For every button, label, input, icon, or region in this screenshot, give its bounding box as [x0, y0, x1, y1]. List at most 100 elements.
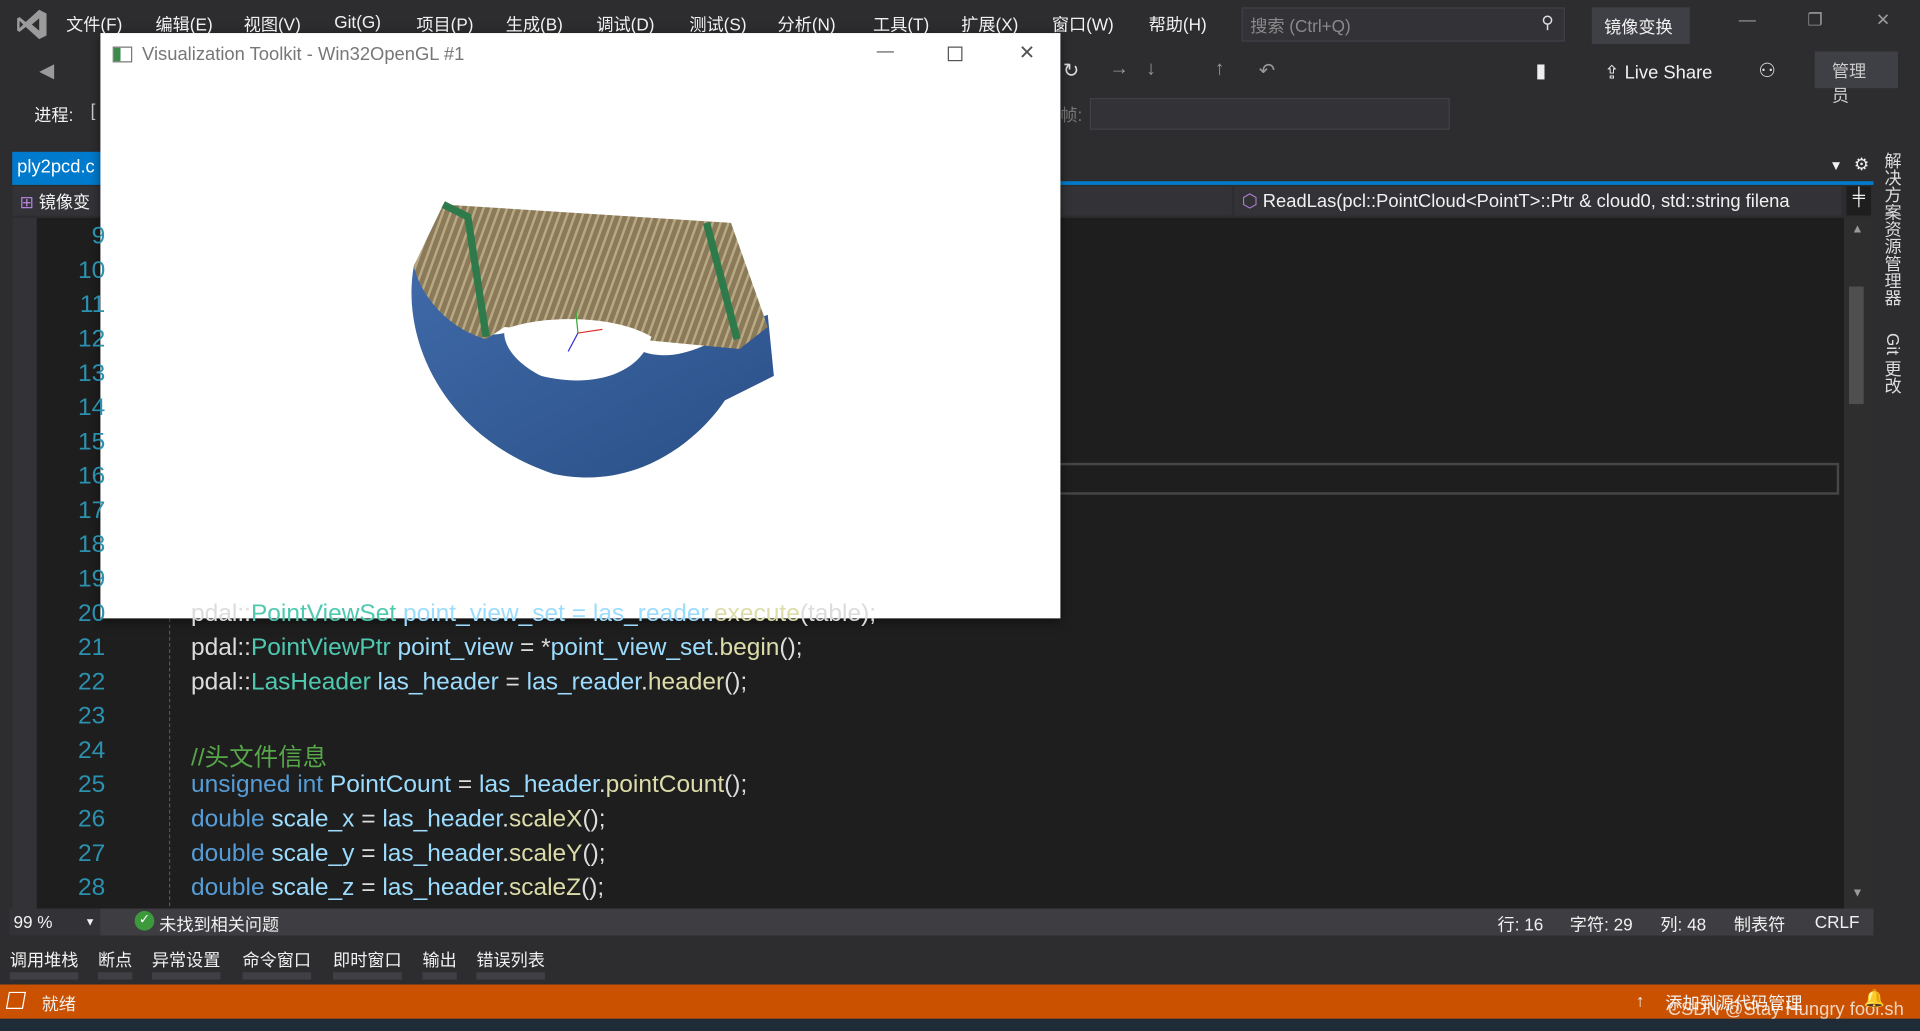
code-token: unsigned int — [191, 771, 324, 799]
chevron-down-icon: ▼ — [84, 915, 96, 929]
line-number: 25 — [78, 771, 106, 799]
scroll-thumb[interactable] — [1848, 286, 1864, 405]
code-token: execute — [714, 600, 800, 627]
editor-status-strip: 99 % ▼ ✓ 未找到相关问题 行: 16 字符: 29 列: 48 制表符 C… — [9, 908, 1874, 936]
bottom-tab[interactable]: 错误列表 — [476, 948, 545, 980]
line-position: 行: 16 — [1497, 914, 1544, 935]
arrow-up-icon: ↑ — [1635, 990, 1645, 1011]
menu-item[interactable]: 生成(B) — [506, 12, 563, 36]
process-label: 进程: — [34, 105, 74, 125]
vtk-minimize-button[interactable]: — — [877, 40, 894, 60]
code-token: = — [354, 840, 383, 867]
menu-item[interactable]: 帮助(H) — [1149, 12, 1207, 36]
side-panel-solution-explorer[interactable]: 解决方案资源管理器 — [1881, 152, 1905, 306]
bottom-tab[interactable]: 异常设置 — [151, 948, 221, 980]
line-number: 26 — [78, 805, 106, 833]
char-position: 字符: 29 — [1569, 914, 1633, 935]
step-over-icon[interactable]: → — [1109, 59, 1129, 81]
tab-overflow-icon[interactable]: ▼ — [1829, 159, 1842, 174]
scroll-down-icon[interactable]: ▼ — [1851, 887, 1863, 900]
notification-icon[interactable]: 🔔 — [1864, 988, 1885, 1009]
menu-item[interactable]: 测试(S) — [689, 12, 746, 36]
frame-select[interactable] — [1089, 97, 1450, 130]
bookmark-icon[interactable]: ▮ — [1536, 59, 1547, 83]
vtk-close-button[interactable]: ✕ — [1019, 40, 1035, 64]
split-icon[interactable]: ╪ — [1846, 186, 1872, 216]
bottom-tab[interactable]: 断点 — [97, 948, 133, 980]
line-number: 24 — [78, 737, 106, 765]
menu-item[interactable]: 调试(D) — [596, 12, 654, 36]
bottom-tab[interactable]: 命令窗口 — [242, 948, 312, 980]
code-line: double scale_y = las_header.scaleY(); — [191, 840, 606, 868]
bottom-tab[interactable]: 即时窗口 — [333, 948, 402, 980]
menu-item[interactable]: 文件(F) — [66, 12, 122, 36]
project-label: 镜像变 — [38, 192, 91, 212]
code-token: (); — [779, 634, 803, 662]
vertical-scrollbar[interactable]: ▲ ▼ — [1844, 217, 1874, 909]
undo-icon[interactable]: ↶ — [1259, 59, 1275, 83]
menu-item[interactable]: 扩展(X) — [961, 12, 1018, 36]
line-number: 16 — [78, 462, 106, 490]
close-button[interactable]: ✕ — [1876, 10, 1890, 31]
check-icon: ✓ — [134, 911, 155, 931]
menu-item[interactable]: 项目(P) — [416, 12, 473, 36]
vtk-app-icon — [112, 46, 133, 63]
menu-item[interactable]: Git(G) — [334, 12, 381, 32]
menu-item[interactable]: 分析(N) — [778, 12, 836, 36]
bottom-tab[interactable]: 输出 — [422, 948, 457, 980]
code-token: double — [191, 874, 265, 902]
code-token: scaleY — [508, 840, 583, 867]
search-input[interactable]: 搜索 (Ctrl+Q) ⚲ — [1241, 7, 1565, 42]
code-line: unsigned int PointCount = las_header.poi… — [191, 771, 747, 799]
admin-badge: 管理员 — [1814, 51, 1898, 105]
restart-icon[interactable]: ↻ — [1063, 59, 1079, 83]
vtk-window[interactable]: Visualization Toolkit - Win32OpenGL #1 —… — [100, 33, 1061, 619]
code-token: LasHeader — [250, 668, 371, 696]
process-select[interactable]: [ — [91, 100, 96, 120]
code-token: = — [451, 771, 480, 799]
step-out-icon[interactable]: ↑ — [1215, 59, 1225, 81]
line-ending[interactable]: CRLF — [1815, 912, 1860, 932]
menu-item[interactable]: 编辑(E) — [156, 12, 213, 36]
menu-item[interactable]: 视图(V) — [244, 12, 301, 36]
line-number: 12 — [78, 325, 106, 353]
side-panel-git-changes[interactable]: Git 更改 — [1881, 333, 1905, 394]
menu-item[interactable]: 窗口(W) — [1052, 12, 1114, 36]
bottom-tab[interactable]: 调用堆栈 — [9, 948, 79, 980]
method-icon: ⬡ — [1241, 191, 1263, 212]
line-number: 11 — [79, 291, 106, 319]
live-share-button[interactable]: ⇪ Live Share — [1604, 61, 1712, 83]
restore-button[interactable]: ❐ — [1807, 10, 1822, 31]
tabs-mode[interactable]: 制表符 — [1734, 912, 1785, 936]
code-line: pdal::PointViewSet point_view_set = las_… — [191, 600, 876, 628]
step-into-icon[interactable]: ↓ — [1146, 59, 1156, 81]
code-token: . — [502, 840, 509, 867]
menu-item[interactable]: 工具(T) — [873, 12, 929, 36]
point-cloud-render — [411, 201, 774, 478]
status-bar: 就绪 ↑ 添加到源代码管理 CSDN @Stay Hungry fool.sh … — [0, 984, 1920, 1020]
issues-status[interactable]: 未找到相关问题 — [159, 912, 279, 936]
code-token: scaleX — [508, 805, 583, 833]
back-icon[interactable]: ◀ — [39, 59, 54, 83]
zoom-select[interactable]: 99 % ▼ — [9, 908, 101, 936]
vtk-maximize-button[interactable] — [947, 46, 963, 62]
code-token: (); — [724, 668, 748, 696]
code-token: = — [354, 805, 383, 833]
code-token: begin — [719, 634, 780, 662]
code-token: las_header — [370, 668, 499, 696]
code-token: double — [191, 805, 265, 833]
code-token: las_header — [382, 805, 503, 833]
code-token: PointViewPtr — [250, 634, 391, 662]
minimize-button[interactable]: — — [1739, 10, 1756, 30]
feedback-icon[interactable]: ⚇ — [1758, 59, 1776, 83]
code-token: las_header — [479, 771, 599, 799]
code-token: PointCount — [323, 771, 452, 799]
scroll-up-icon[interactable]: ▲ — [1851, 223, 1863, 236]
code-line: pdal::LasHeader las_header = las_reader.… — [191, 669, 747, 697]
gear-icon[interactable]: ⚙ — [1854, 154, 1869, 175]
code-token: (); — [724, 771, 748, 799]
code-token: double — [191, 840, 265, 867]
code-token: scale_x — [264, 805, 355, 833]
code-token: pdal:: — [191, 668, 251, 696]
function-dropdown[interactable]: ⬡ ReadLas(pcl::PointCloud<PointT>::Ptr &… — [1234, 186, 1842, 216]
